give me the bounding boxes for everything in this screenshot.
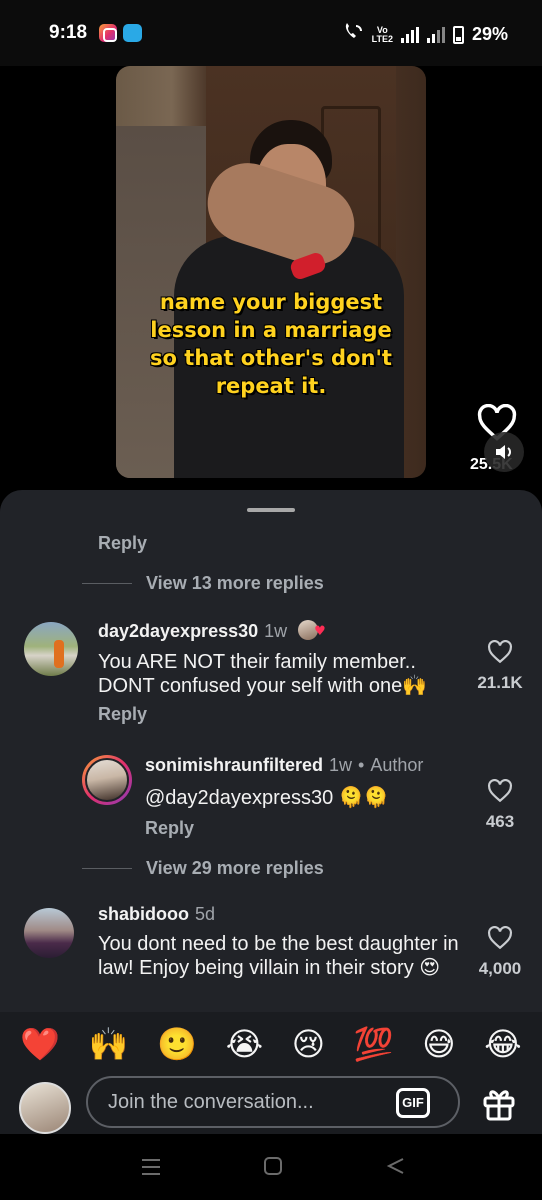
comment-like-button[interactable]: 21.1K bbox=[470, 639, 530, 693]
comment-username[interactable]: shabidooo 5d bbox=[98, 904, 215, 925]
comment-text: @day2dayexpress30 🫠🫠 bbox=[145, 787, 389, 809]
current-user-avatar bbox=[19, 1082, 71, 1134]
recent-apps-icon[interactable] bbox=[140, 1156, 162, 1178]
comment-age: 1w bbox=[329, 755, 353, 775]
emoji-joy[interactable]: 😂 bbox=[484, 1025, 521, 1063]
author-tag: Author bbox=[370, 755, 424, 775]
gift-button[interactable] bbox=[480, 1084, 518, 1122]
back-icon[interactable] bbox=[386, 1156, 406, 1176]
view-more-replies-label: View 13 more replies bbox=[146, 573, 324, 593]
status-bar: 9:18 Vo LTE2 29% bbox=[0, 0, 542, 66]
emoji-raising-hands[interactable]: 🙌 bbox=[89, 1025, 129, 1063]
reply-button[interactable]: Reply bbox=[98, 704, 147, 725]
battery-percent: 29% bbox=[471, 24, 508, 44]
avatar-story-ring[interactable] bbox=[82, 755, 132, 805]
volte-bottom: LTE2 bbox=[371, 33, 393, 44]
view-more-replies-button[interactable]: View 29 more replies bbox=[82, 858, 324, 879]
view-more-replies-button[interactable]: View 13 more replies bbox=[82, 573, 324, 594]
comment-age: 1w bbox=[264, 621, 288, 641]
author-liked-badge: ♥ bbox=[298, 620, 330, 640]
sound-toggle-button[interactable] bbox=[484, 432, 524, 472]
emoji-sweat-smile[interactable]: 😅 bbox=[422, 1025, 455, 1063]
username-text: day2dayexpress30 bbox=[98, 621, 259, 641]
app-notification-icon bbox=[123, 24, 142, 42]
battery-icon bbox=[452, 25, 464, 44]
video-caption: name your biggest lesson in a marriage s… bbox=[116, 288, 426, 400]
caption-line-3: so that other's don't bbox=[150, 346, 392, 370]
clock: 9:18 bbox=[49, 22, 88, 43]
comment-like-count: 4,000 bbox=[478, 959, 522, 978]
comment-like-count: 21.1K bbox=[477, 673, 523, 692]
emoji-loudly-crying[interactable]: 😭 bbox=[226, 1025, 263, 1063]
username-text: shabidooo bbox=[98, 904, 189, 924]
heart-icon: ♥ bbox=[314, 624, 326, 639]
emoji-quick-bar: ❤️ 🙌 🙂 😭 😢 💯 😅 😂 bbox=[0, 1012, 542, 1076]
gift-icon bbox=[483, 1090, 515, 1121]
avatar[interactable] bbox=[24, 908, 74, 958]
dot-separator: • bbox=[358, 755, 365, 775]
volte-indicator: Vo LTE2 bbox=[371, 25, 393, 44]
video-player[interactable]: name your biggest lesson in a marriage s… bbox=[116, 66, 426, 478]
reply-button[interactable]: Reply bbox=[145, 818, 194, 839]
username-text: sonimishraunfiltered bbox=[145, 755, 324, 775]
comment-text: You dont need to be the best daughter in… bbox=[98, 933, 459, 979]
emoji-hundred[interactable]: 💯 bbox=[354, 1025, 394, 1063]
speaker-icon bbox=[496, 445, 511, 459]
emoji-crying[interactable]: 😢 bbox=[292, 1025, 325, 1063]
emoji-slight-smile[interactable]: 🙂 bbox=[157, 1025, 197, 1063]
comment-like-button[interactable]: 463 bbox=[470, 778, 530, 832]
comment-input-placeholder: Join the conversation... bbox=[108, 1091, 314, 1113]
emoji-red-heart[interactable]: ❤️ bbox=[20, 1025, 60, 1063]
signal-bars-2-icon bbox=[426, 26, 445, 43]
comment-username[interactable]: day2dayexpress30 1w ♥ bbox=[98, 620, 330, 642]
heart-outline-icon bbox=[488, 639, 512, 664]
avatar[interactable] bbox=[24, 622, 78, 676]
comment-age: 5d bbox=[195, 904, 216, 924]
caption-line-4: repeat it. bbox=[215, 374, 327, 398]
heart-outline-icon bbox=[488, 778, 512, 803]
reply-button[interactable]: Reply bbox=[98, 533, 147, 554]
instagram-notification-icon bbox=[99, 24, 117, 42]
divider-line bbox=[82, 583, 132, 584]
comment-like-count: 463 bbox=[485, 812, 515, 831]
system-nav-bar bbox=[0, 1134, 542, 1200]
comment-text: You ARE NOT their family member.. DONT c… bbox=[98, 651, 428, 697]
divider-line bbox=[82, 868, 132, 869]
caption-line-1: name your biggest bbox=[159, 290, 383, 314]
home-icon[interactable] bbox=[263, 1156, 283, 1176]
video-area[interactable]: name your biggest lesson in a marriage s… bbox=[0, 66, 542, 496]
comment-input[interactable]: Join the conversation... GIF bbox=[86, 1076, 460, 1128]
sheet-drag-handle[interactable] bbox=[247, 508, 295, 512]
avatar bbox=[85, 758, 129, 802]
heart-outline-icon bbox=[488, 925, 512, 950]
caption-line-2: lesson in a marriage bbox=[150, 318, 392, 342]
gif-button[interactable]: GIF bbox=[396, 1088, 430, 1118]
signal-bars-icon bbox=[400, 26, 419, 43]
comment-like-button[interactable]: 4,000 bbox=[470, 925, 530, 979]
wifi-call-icon bbox=[342, 22, 364, 47]
comment-username[interactable]: sonimishraunfiltered 1w • Author bbox=[145, 755, 423, 776]
view-more-replies-label: View 29 more replies bbox=[146, 858, 324, 878]
comment-composer: Join the conversation... GIF bbox=[0, 1076, 542, 1134]
